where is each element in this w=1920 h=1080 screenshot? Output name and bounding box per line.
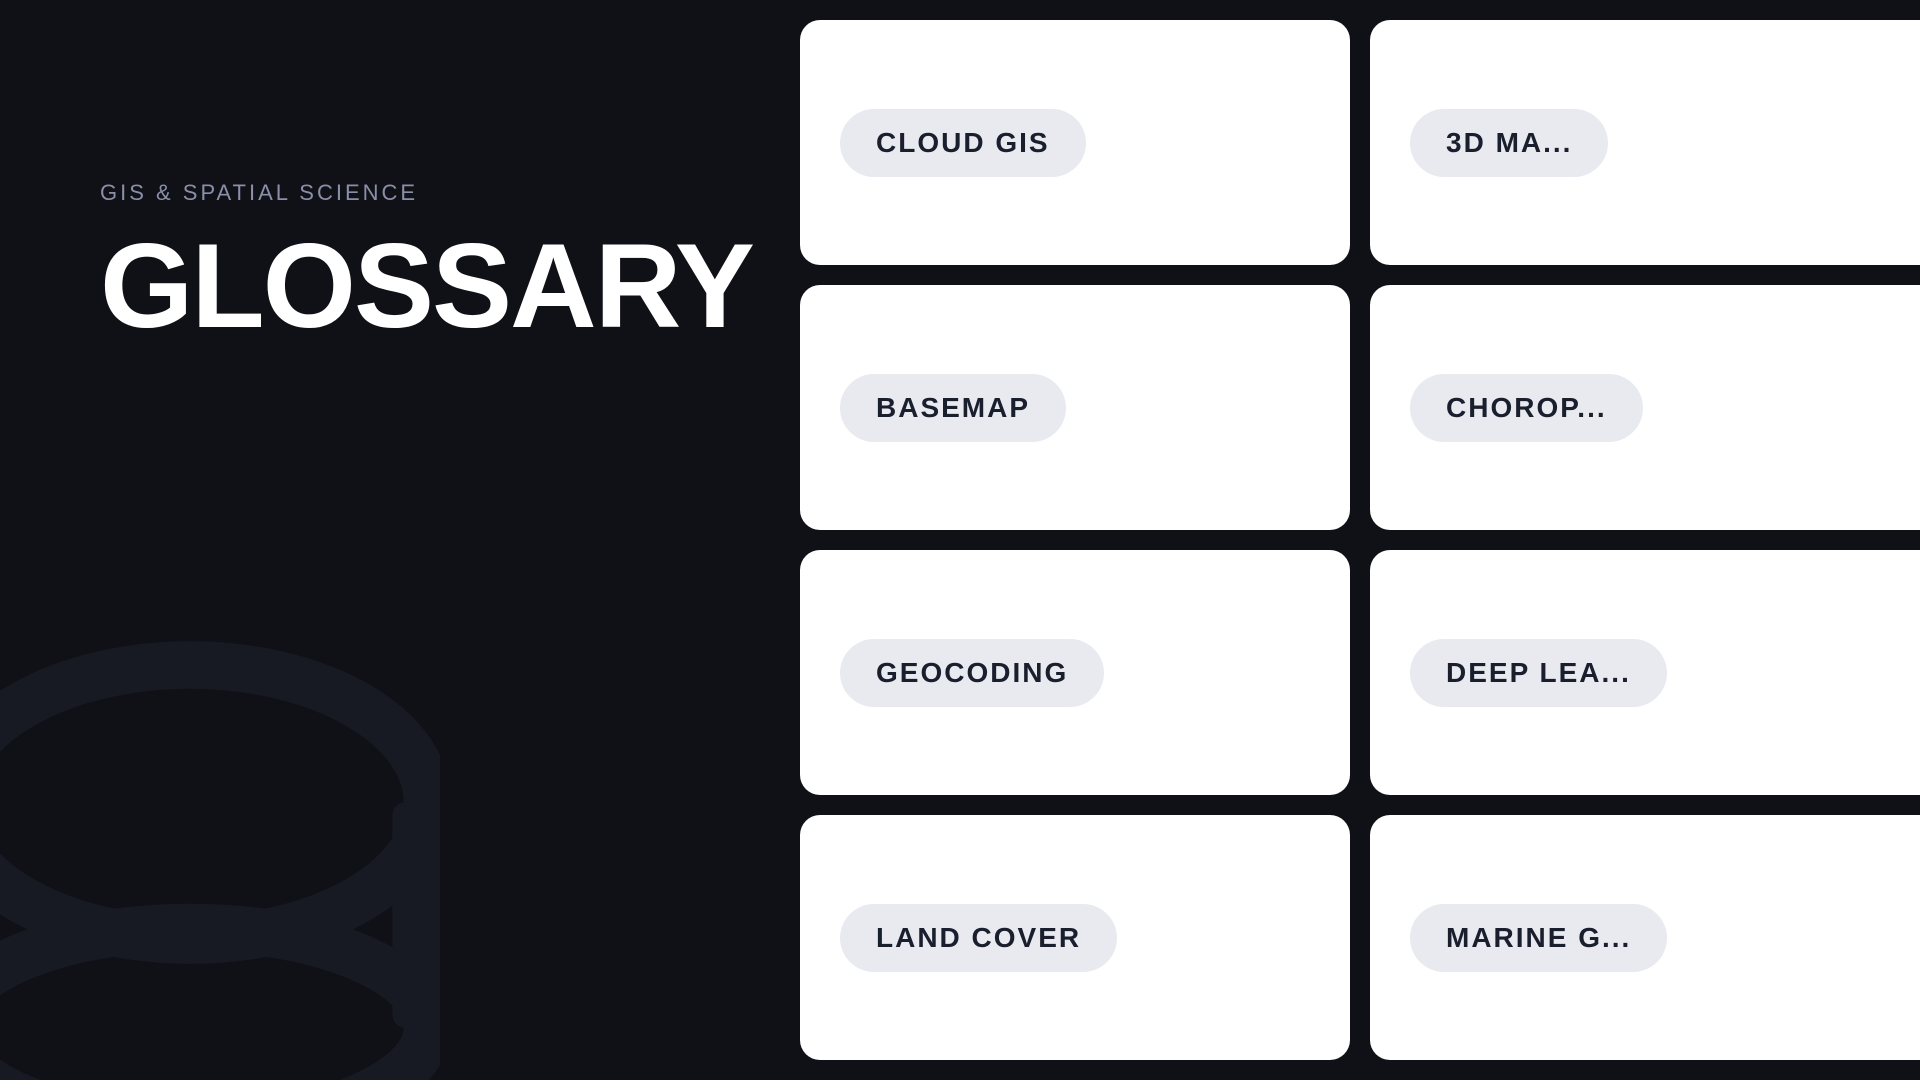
card-label-cloud-gis: CLOUD GIS [876,127,1050,159]
card-badge-basemap: BASEMAP [840,374,1066,442]
card-label-choropleth: CHOROP... [1446,392,1607,424]
card-cloud-gis[interactable]: CLOUD GIS [800,20,1350,265]
card-badge-3d-mapping: 3D MA... [1410,109,1608,177]
card-choropleth[interactable]: CHOROP... [1370,285,1920,530]
decorative-g-icon [0,640,440,1080]
card-badge-marine-gis: MARINE G... [1410,904,1667,972]
glossary-grid: CLOUD GIS 3D MA... BASEMAP CHOROP... GEO… [780,0,1920,1080]
card-badge-cloud-gis: CLOUD GIS [840,109,1086,177]
main-title: GLOSSARY [100,226,720,346]
card-label-geocoding: GEOCODING [876,657,1068,689]
left-panel: GIS & SPATIAL SCIENCE GLOSSARY [0,0,780,1080]
card-label-3d-mapping: 3D MA... [1446,127,1572,159]
card-badge-land-cover: LAND COVER [840,904,1117,972]
card-basemap[interactable]: BASEMAP [800,285,1350,530]
card-label-deep-learning: DEEP LEA... [1446,657,1631,689]
card-geocoding[interactable]: GEOCODING [800,550,1350,795]
card-badge-choropleth: CHOROP... [1410,374,1643,442]
card-deep-learning[interactable]: DEEP LEA... [1370,550,1920,795]
card-label-basemap: BASEMAP [876,392,1030,424]
card-label-marine-gis: MARINE G... [1446,922,1631,954]
card-marine-gis[interactable]: MARINE G... [1370,815,1920,1060]
subtitle: GIS & SPATIAL SCIENCE [100,180,720,206]
card-badge-geocoding: GEOCODING [840,639,1104,707]
card-label-land-cover: LAND COVER [876,922,1081,954]
card-land-cover[interactable]: LAND COVER [800,815,1350,1060]
card-badge-deep-learning: DEEP LEA... [1410,639,1667,707]
card-3d-mapping[interactable]: 3D MA... [1370,20,1920,265]
